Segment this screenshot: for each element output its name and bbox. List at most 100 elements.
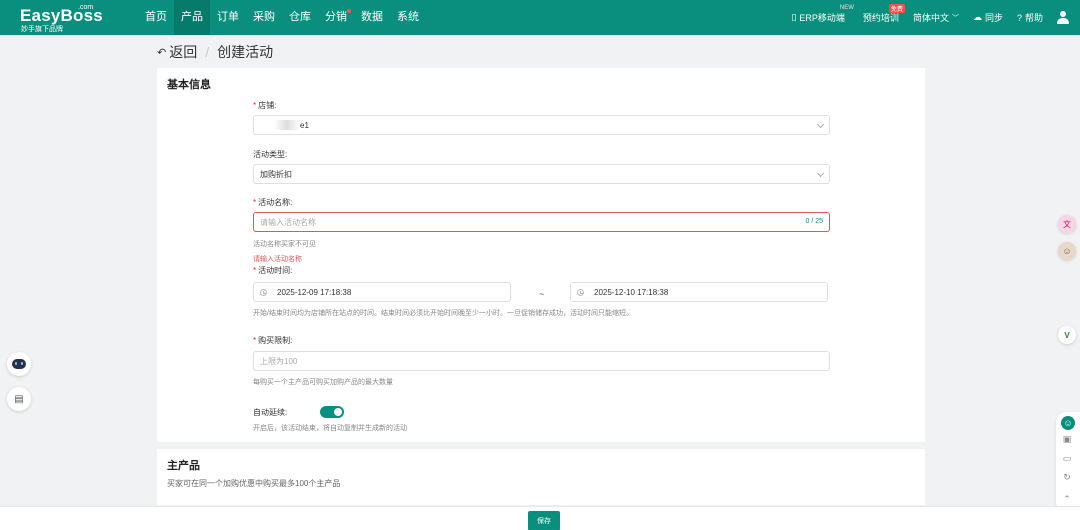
purchase-limit-hint: 每购买一个主产品可购买加购产品的最大数量 (253, 379, 393, 386)
nav-item-system[interactable]: 系统 (390, 0, 426, 35)
breadcrumb: ↶ 返回 / 创建活动 (157, 42, 273, 62)
right-side-toolbar: ☺ ▣ ▭ ↻ ⌃ (1056, 412, 1080, 512)
activity-name-error: 请输入活动名称 (253, 256, 302, 263)
purchase-limit-label-text: 购买限制: (258, 336, 293, 345)
main-product-panel: 主产品 买家可在同一个加购优惠中购买最多100个主产品 (157, 449, 925, 505)
purchase-limit-input[interactable]: 上限为100 (253, 351, 830, 371)
activity-name-label: * 活动名称: (253, 197, 292, 208)
back-button[interactable]: ↶ 返回 (157, 42, 197, 62)
clock-icon (260, 288, 267, 296)
brand-logo[interactable]: EasyBoss .com 妙手旗下品牌 (0, 0, 130, 35)
free-badge: 免费 (888, 4, 905, 13)
main-product-desc: 买家可在同一个加购优惠中购买最多100个主产品 (167, 479, 341, 488)
activity-type-label: 活动类型: (253, 150, 288, 159)
nav-item-warehouse[interactable]: 仓库 (282, 0, 318, 35)
auto-renew-toggle[interactable] (320, 406, 344, 418)
end-time-picker[interactable]: 2025-12-10 17:18:38 (570, 282, 828, 302)
sync-button[interactable]: ☁ 同步 (966, 11, 1010, 24)
language-select[interactable]: 简体中文 ﹀ (906, 11, 966, 24)
purchase-limit-label: * 购买限制: (253, 335, 292, 346)
store-value: e1 (300, 120, 309, 130)
brand-suffix: .com (78, 4, 94, 11)
back-to-top-icon[interactable]: ⌃ (1062, 494, 1072, 504)
message-icon[interactable]: ▭ (1062, 453, 1072, 463)
start-time-value: 2025-12-09 17:18:38 (277, 287, 352, 297)
robot-icon (12, 359, 26, 369)
mobile-icon: ▯ (791, 12, 797, 22)
brand-tagline: 妙手旗下品牌 (21, 26, 63, 33)
required-mark: * (253, 266, 257, 275)
required-mark: * (253, 198, 257, 207)
v-icon: V (1064, 330, 1070, 340)
section-title: 主产品 (167, 460, 200, 472)
time-range-separator: ~ (539, 289, 545, 299)
required-mark: * (253, 101, 257, 110)
nav-item-data[interactable]: 数据 (354, 0, 390, 35)
nav-item-purchase[interactable]: 采购 (246, 0, 282, 35)
activity-time-label-text: 活动时间: (258, 266, 293, 275)
required-mark: * (253, 336, 257, 345)
new-badge: NEW (839, 5, 854, 11)
activity-name-hint: 活动名称买家不可见 (253, 241, 316, 248)
clipboard-icon[interactable]: ▣ (1062, 434, 1072, 444)
chevron-down-icon: ﹀ (951, 14, 959, 22)
translate-icon: 文 (1063, 219, 1071, 229)
sync-label: 同步 (984, 13, 1003, 23)
chevron-down-icon (816, 120, 825, 129)
store-select[interactable]: e1 (253, 115, 830, 135)
nav-item-distribution-label: 分销 (325, 11, 347, 23)
help-label: 帮助 (1024, 13, 1043, 23)
nav-item-orders[interactable]: 订单 (210, 0, 246, 35)
document-icon: ▤ (14, 393, 24, 405)
cloud-icon: ☁ (972, 12, 982, 22)
language-label: 简体中文 (912, 13, 949, 23)
nav-item-products[interactable]: 产品 (174, 0, 210, 35)
plugin-button[interactable]: V (1058, 326, 1076, 344)
ai-assistant-button[interactable] (7, 352, 31, 376)
help-icon: ? (1016, 12, 1022, 23)
purchase-limit-placeholder: 上限为100 (260, 356, 298, 366)
erp-mobile-label: ERP移动端 (799, 13, 845, 23)
start-time-picker[interactable]: 2025-12-09 17:18:38 (253, 282, 511, 302)
chevron-down-icon (816, 169, 825, 178)
notes-button[interactable]: ▤ (7, 387, 31, 411)
auto-renew-hint: 开启后，该活动结束，将自动复制并生成新的活动 (253, 425, 407, 432)
activity-time-label: * 活动时间: (253, 265, 292, 276)
user-icon[interactable] (1056, 10, 1070, 25)
avatar-icon: ☺ (1062, 246, 1072, 256)
save-button[interactable]: 保存 (528, 511, 560, 530)
clock-icon (577, 288, 584, 296)
service-avatar-icon[interactable]: ☺ (1061, 416, 1075, 430)
notification-dot (347, 9, 351, 13)
end-time-value: 2025-12-10 17:18:38 (594, 287, 669, 297)
activity-time-hint: 开始/结束时间均为店铺所在站点的时间。结束时间必须比开始时间晚至少一小时。一旦促… (253, 310, 633, 317)
basic-info-panel: 基本信息 * 店铺: e1 活动类型: 加购折扣 * 活动名称: 请输入活动名称 0… (157, 68, 925, 442)
char-counter: 0 / 25 (805, 218, 823, 225)
refresh-icon[interactable]: ↻ (1062, 472, 1072, 482)
top-right-tools: ▯ ERP移动端 NEW 预约培训 免费 简体中文 ﹀ ☁ 同步 ? 帮助 (784, 0, 1080, 35)
activity-type-select[interactable]: 加购折扣 (253, 164, 830, 184)
auto-renew-label: 自动延续: (253, 408, 288, 417)
breadcrumb-separator: / (205, 44, 210, 60)
page-title: 创建活动 (217, 44, 274, 60)
main-nav: 首页 产品 订单 采购 仓库 分销 数据 系统 (138, 0, 426, 35)
activity-name-placeholder: 请输入活动名称 (260, 217, 316, 227)
back-arrow-icon: ↶ (157, 46, 167, 59)
nav-item-distribution[interactable]: 分销 (318, 0, 354, 35)
training-link[interactable]: 预约培训 免费 (856, 4, 906, 24)
activity-name-label-text: 活动名称: (258, 198, 293, 207)
section-title: 基本信息 (167, 79, 211, 91)
top-navbar: EasyBoss .com 妙手旗下品牌 首页 产品 订单 采购 仓库 分销 数… (0, 0, 1080, 35)
store-label: * 店铺: (253, 100, 276, 111)
activity-type-value: 加购折扣 (260, 169, 292, 179)
activity-name-input[interactable]: 请输入活动名称 0 / 25 (253, 212, 830, 232)
back-label: 返回 (169, 44, 198, 60)
redacted-store-name (274, 120, 300, 130)
help-button[interactable]: ? 帮助 (1010, 11, 1050, 24)
translate-button[interactable]: 文 (1058, 215, 1076, 233)
footer-bar: 保存 (0, 506, 1080, 530)
store-label-text: 店铺: (258, 101, 277, 110)
nav-item-home[interactable]: 首页 (138, 0, 174, 35)
erp-mobile-link[interactable]: ▯ ERP移动端 NEW (784, 5, 853, 24)
support-avatar[interactable]: ☺ (1058, 242, 1076, 260)
